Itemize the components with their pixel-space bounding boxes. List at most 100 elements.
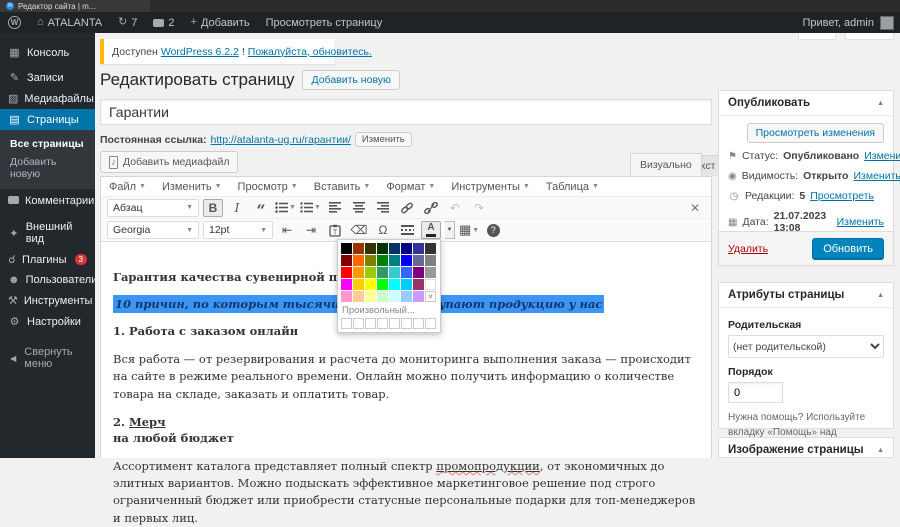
collapse-panel-icon[interactable]: ▲	[877, 100, 884, 107]
color-swatch[interactable]	[353, 279, 364, 290]
publish-panel-header[interactable]: Опубликовать ▲	[719, 91, 893, 116]
view-page-menu[interactable]: Просмотреть страницу	[258, 12, 391, 33]
comments-menu[interactable]: 2	[145, 12, 182, 33]
align-right-button[interactable]	[373, 199, 393, 217]
sidebar-item-pages[interactable]: ▤ Страницы	[0, 109, 95, 130]
color-swatch[interactable]	[401, 291, 412, 302]
color-swatch[interactable]	[365, 291, 376, 302]
color-swatch[interactable]	[341, 267, 352, 278]
color-swatch[interactable]	[377, 279, 388, 290]
custom-color-slot[interactable]	[377, 318, 388, 329]
link-button[interactable]	[397, 199, 417, 217]
color-swatch[interactable]	[353, 255, 364, 266]
sidebar-item-tools[interactable]: ⚒ Инструменты	[0, 290, 95, 311]
sidebar-item-dashboard[interactable]: ▦ Консоль	[0, 42, 95, 63]
menu-file[interactable]: Файл▼	[109, 181, 146, 193]
custom-color-slot[interactable]	[365, 318, 376, 329]
color-swatch[interactable]	[413, 291, 424, 302]
outdent-button[interactable]: ⇤	[277, 221, 297, 239]
post-title-input[interactable]	[100, 99, 712, 125]
color-swatch[interactable]	[425, 243, 436, 254]
text-color-dropdown[interactable]: ▼	[445, 221, 455, 239]
add-new-button[interactable]: Добавить новую	[302, 70, 399, 90]
edit-status-link[interactable]: Изменить	[864, 150, 900, 162]
update-button[interactable]: Обновить	[812, 238, 884, 260]
color-swatch[interactable]	[365, 279, 376, 290]
menu-view[interactable]: Просмотр▼	[238, 181, 298, 193]
color-swatch[interactable]	[377, 267, 388, 278]
color-swatch[interactable]	[389, 279, 400, 290]
align-left-button[interactable]	[325, 199, 345, 217]
updates-menu[interactable]: ↻ 7	[110, 12, 145, 33]
color-swatch[interactable]	[413, 267, 424, 278]
custom-color-slot[interactable]	[401, 318, 412, 329]
color-swatch[interactable]	[377, 291, 388, 302]
help-button[interactable]: ?	[483, 221, 503, 239]
color-swatch[interactable]	[389, 267, 400, 278]
clear-formatting-button[interactable]: ⌫	[349, 221, 369, 239]
read-more-button[interactable]	[397, 221, 417, 239]
avatar[interactable]	[880, 16, 894, 30]
font-size-select[interactable]: 12pt▼	[203, 221, 273, 239]
format-select[interactable]: Абзац▼	[107, 199, 199, 217]
blockquote-button[interactable]: “	[251, 202, 271, 220]
special-character-button[interactable]: Ω	[373, 221, 393, 239]
font-family-select[interactable]: Georgia▼	[107, 221, 199, 239]
account-greeting[interactable]: Привет, admin	[802, 17, 874, 29]
wordpress-update-link[interactable]: WordPress 6.2.2	[161, 46, 239, 58]
color-swatch[interactable]	[365, 255, 376, 266]
custom-color-slot[interactable]	[389, 318, 400, 329]
numbered-list-button[interactable]: ▼	[300, 199, 321, 217]
color-swatch[interactable]	[365, 267, 376, 278]
collapse-panel-icon[interactable]: ▲	[877, 292, 884, 299]
permalink-url[interactable]: http://atalanta-ug.ru/гарантии/	[211, 134, 351, 146]
color-swatch[interactable]	[341, 279, 352, 290]
browse-revisions-link[interactable]: Просмотреть	[810, 190, 874, 202]
sidebar-item-settings[interactable]: ⚙ Настройки	[0, 311, 95, 332]
color-swatch[interactable]	[389, 243, 400, 254]
color-swatch[interactable]	[413, 243, 424, 254]
color-swatch[interactable]	[389, 255, 400, 266]
sidebar-item-media[interactable]: ▨ Медиафайлы	[0, 88, 95, 109]
help-tab[interactable]	[845, 33, 894, 40]
indent-button[interactable]: ⇥	[301, 221, 321, 239]
attributes-panel-header[interactable]: Атрибуты страницы ▲	[719, 283, 893, 308]
tab-visual[interactable]: Визуально	[630, 153, 702, 176]
menu-format[interactable]: Формат▼	[386, 181, 435, 193]
new-content-menu[interactable]: + Добавить	[183, 12, 258, 33]
bullet-list-button[interactable]: ▼	[275, 199, 296, 217]
collapse-panel-icon[interactable]: ▲	[877, 447, 884, 454]
unlink-button[interactable]	[421, 199, 441, 217]
no-color-button[interactable]: ✕	[425, 291, 436, 302]
menu-tools[interactable]: Инструменты▼	[451, 181, 530, 193]
color-swatch[interactable]	[413, 255, 424, 266]
custom-color-link[interactable]: Произвольный...	[341, 302, 437, 318]
browser-tab[interactable]: m Редактор сайта | m...	[0, 0, 150, 12]
bold-button[interactable]: B	[203, 199, 223, 217]
color-swatch[interactable]	[353, 243, 364, 254]
color-swatch[interactable]	[377, 255, 388, 266]
color-swatch[interactable]	[425, 279, 436, 290]
sidebar-item-posts[interactable]: ✎ Записи	[0, 67, 95, 88]
color-swatch[interactable]	[401, 267, 412, 278]
merch-link[interactable]: Мерч	[129, 415, 166, 429]
edit-visibility-link[interactable]: Изменить	[853, 170, 900, 182]
edit-date-link[interactable]: Изменить	[837, 216, 884, 228]
color-swatch[interactable]	[425, 267, 436, 278]
redo-button[interactable]: ↷	[469, 199, 489, 217]
custom-color-slot[interactable]	[341, 318, 352, 329]
color-swatch[interactable]	[341, 255, 352, 266]
preview-changes-button[interactable]: Просмотреть изменения	[747, 123, 884, 143]
add-media-button[interactable]: ♪ Добавить медиафайл	[100, 151, 238, 173]
sidebar-item-appearance[interactable]: ✦ Внешний вид	[0, 217, 95, 249]
wp-logo-menu[interactable]: W	[0, 12, 29, 33]
align-center-button[interactable]	[349, 199, 369, 217]
move-to-trash-link[interactable]: Удалить	[728, 243, 768, 255]
please-update-link[interactable]: Пожалуйста, обновитесь.	[248, 46, 372, 58]
promo-link[interactable]: промопродукции	[436, 459, 540, 473]
color-swatch[interactable]	[425, 255, 436, 266]
collapse-menu-button[interactable]: ◀ Свернуть меню	[0, 342, 95, 374]
screen-options-tab[interactable]	[798, 33, 836, 40]
order-input[interactable]	[728, 382, 783, 403]
color-swatch[interactable]	[377, 243, 388, 254]
